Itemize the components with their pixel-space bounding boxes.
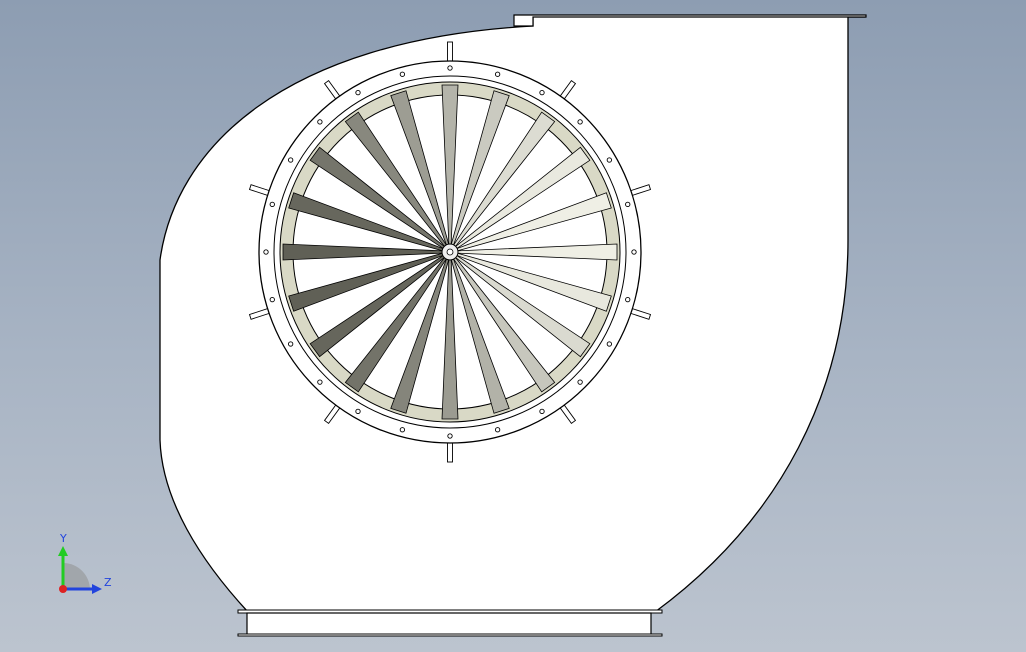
flange-bolt — [355, 90, 361, 96]
base-bottom-lip — [237, 633, 663, 637]
flange-bolt — [287, 157, 294, 163]
flange-bolt — [606, 157, 612, 163]
flange-bolt — [494, 427, 501, 433]
flange-bolt — [494, 71, 501, 77]
flange-bolt — [447, 65, 453, 71]
fan-model-view[interactable] — [0, 0, 1026, 652]
flange-bolt — [263, 249, 269, 255]
flange-bolt — [269, 296, 275, 303]
origin-icon — [59, 585, 67, 593]
flange-bolt — [539, 90, 545, 96]
flange-bolt — [577, 379, 583, 385]
flange-bolt — [269, 201, 275, 208]
coordinate-triad: Y Z — [58, 532, 112, 594]
flange-bolt — [625, 201, 631, 208]
flange-bolt — [631, 249, 637, 255]
flange-bolt — [606, 341, 612, 347]
flange-bolt — [447, 433, 453, 439]
y-axis-label: Y — [59, 532, 67, 545]
graphics-viewport[interactable]: Y Z — [0, 0, 1026, 652]
flange-bolt — [399, 71, 406, 77]
base-skirt — [246, 612, 652, 636]
z-arrow-icon — [92, 584, 102, 594]
flange-bolt — [625, 296, 631, 303]
flange-bolt — [539, 408, 545, 414]
flange-bolt — [577, 119, 583, 125]
z-axis-label: Z — [104, 576, 112, 589]
flange-bolt — [317, 379, 323, 385]
flange-bolt — [399, 427, 406, 433]
flange-bolt — [317, 119, 323, 125]
triad-plane-arc — [63, 563, 90, 590]
hub-center — [446, 248, 454, 256]
flange-bolt — [287, 341, 294, 347]
y-arrow-icon — [58, 546, 68, 556]
flange-bolt — [355, 408, 361, 414]
